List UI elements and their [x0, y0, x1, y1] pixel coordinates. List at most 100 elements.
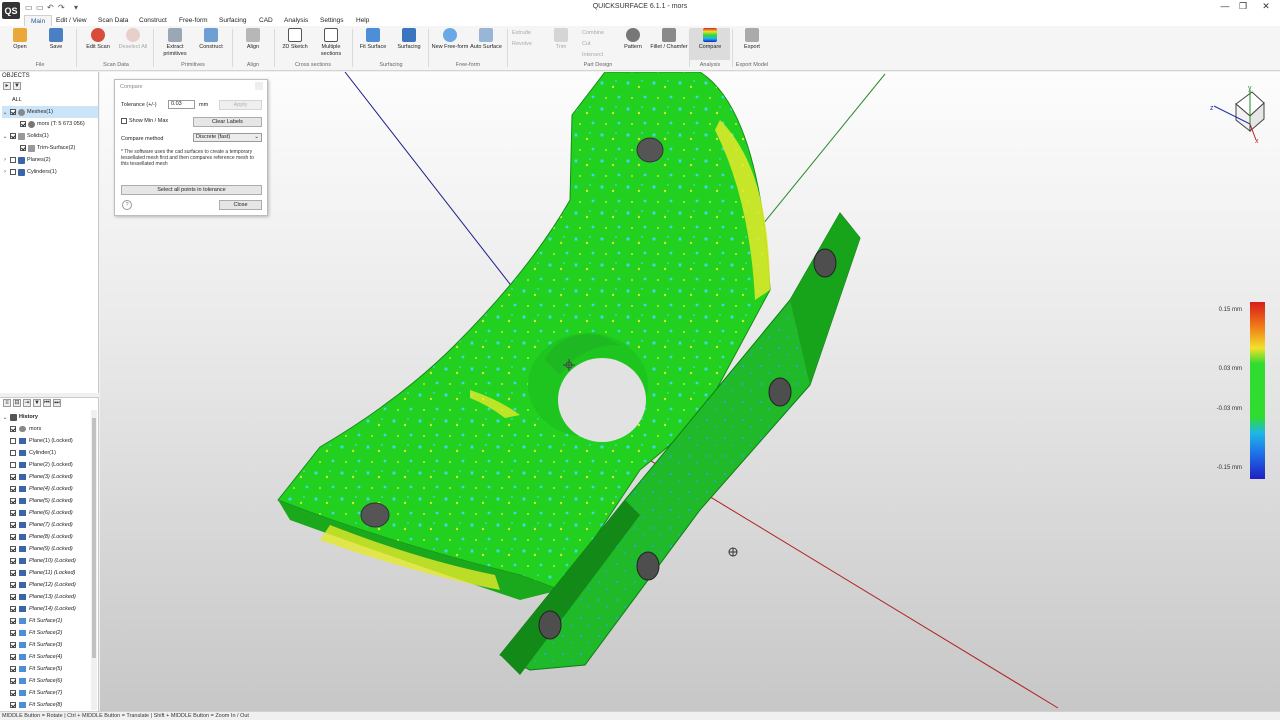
combine-button[interactable]: Combine — [582, 30, 604, 36]
tab-main[interactable]: Main — [24, 15, 53, 26]
history-item[interactable]: Plane(12) (Locked) — [10, 579, 76, 591]
history-item-checkbox[interactable] — [10, 702, 16, 708]
extract-primitives-button[interactable]: Extract primitives — [155, 28, 195, 57]
history-item-checkbox[interactable] — [10, 642, 16, 648]
app-logo[interactable]: QS — [2, 2, 20, 19]
trim-button[interactable]: Trim — [541, 28, 581, 51]
history-item[interactable]: Plane(8) (Locked) — [10, 531, 73, 543]
step-forward-icon[interactable]: ⇥ — [23, 399, 31, 407]
history-item-checkbox[interactable] — [10, 474, 16, 480]
tree-item-mors[interactable]: mors (T: 5 673 056) — [20, 118, 85, 130]
3d-viewport[interactable]: z y x — [100, 72, 1280, 711]
clear-labels-button[interactable]: Clear Labels — [193, 117, 262, 127]
bolt-hole[interactable] — [813, 248, 837, 278]
model-scene[interactable]: z y x — [100, 72, 1280, 711]
compare-method-select[interactable]: Discrete (fast) ⌄ — [193, 133, 262, 142]
open-button[interactable]: Open — [0, 28, 40, 51]
bolt-hole[interactable] — [768, 377, 792, 407]
export-button[interactable]: Export — [732, 28, 772, 51]
revolve-button[interactable]: Revolve — [512, 41, 532, 47]
history-item-checkbox[interactable] — [10, 654, 16, 660]
align-button[interactable]: Align — [233, 28, 273, 51]
tree-item-cylinders[interactable]: › Cylinders(1) — [2, 166, 57, 178]
history-item[interactable]: Fit Surface(7) — [10, 687, 62, 699]
cut-button[interactable]: Cut — [582, 41, 591, 47]
tab-scan-data[interactable]: Scan Data — [92, 15, 134, 26]
history-item-checkbox[interactable] — [10, 582, 16, 588]
history-scrollbar[interactable] — [91, 410, 97, 710]
history-item-checkbox[interactable] — [10, 498, 16, 504]
construct-button[interactable]: Construct — [191, 28, 231, 51]
first-icon[interactable]: ⏮ — [43, 399, 51, 407]
history-scroll-thumb[interactable] — [92, 418, 96, 658]
tab-edit-view[interactable]: Edit / View — [50, 15, 93, 26]
history-item-checkbox[interactable] — [10, 618, 16, 624]
collapse-icon[interactable]: ⌄ — [2, 109, 8, 116]
history-item-checkbox[interactable] — [10, 594, 16, 600]
tree-item-all[interactable]: ALL — [12, 94, 22, 106]
meshes-checkbox[interactable] — [10, 109, 16, 115]
expand-icon[interactable]: ▸ — [3, 82, 11, 90]
multiple-sections-button[interactable]: Multiple sections — [311, 28, 351, 57]
tab-cad[interactable]: CAD — [253, 15, 279, 26]
cylinders-checkbox[interactable] — [10, 169, 16, 175]
expand-icon[interactable]: › — [2, 157, 8, 163]
last-icon[interactable]: ⏭ — [53, 399, 61, 407]
history-item-checkbox[interactable] — [10, 606, 16, 612]
history-item[interactable]: Fit Surface(1) — [10, 615, 62, 627]
auto-surface-button[interactable]: Auto Surface — [466, 28, 506, 51]
tab-construct[interactable]: Construct — [133, 15, 173, 26]
solids-checkbox[interactable] — [10, 133, 16, 139]
tolerance-input[interactable]: 0.03 — [168, 100, 195, 109]
bolt-hole[interactable] — [538, 610, 562, 640]
surfacing-button[interactable]: Surfacing — [389, 28, 429, 51]
view-cube[interactable] — [1213, 90, 1265, 141]
filter-icon[interactable]: ▼ — [13, 82, 21, 90]
save-button[interactable]: Save — [36, 28, 76, 51]
history-item[interactable]: Plane(3) (Locked) — [10, 471, 73, 483]
tree-item-solids[interactable]: ⌄ Solids(1) — [2, 130, 49, 142]
tree-item-trim-surface[interactable]: Trim-Surface(2) — [20, 142, 75, 154]
show-min-max-checkbox[interactable] — [121, 118, 127, 124]
history-item[interactable]: Fit Surface(8) — [10, 699, 62, 711]
history-item[interactable]: Cylinder(1) — [10, 447, 56, 459]
history-item-checkbox[interactable] — [10, 522, 16, 528]
fit-surface-button[interactable]: Fit Surface — [353, 28, 393, 51]
collapse-icon[interactable]: ⌄ — [2, 414, 8, 421]
apply-button[interactable]: Apply — [219, 100, 262, 110]
new-free-form-button[interactable]: New Free-form — [430, 28, 470, 51]
history-item-checkbox[interactable] — [10, 450, 16, 456]
history-item-checkbox[interactable] — [10, 678, 16, 684]
intersect-button[interactable]: Intersect — [582, 52, 603, 58]
close-window-button[interactable]: ✕ — [1253, 1, 1279, 14]
bolt-hole[interactable] — [360, 502, 390, 528]
history-item-checkbox[interactable] — [10, 690, 16, 696]
tab-surfacing[interactable]: Surfacing — [213, 15, 252, 26]
close-button[interactable]: Close — [219, 200, 262, 210]
history-item[interactable]: Fit Surface(5) — [10, 663, 62, 675]
history-item[interactable]: mors — [10, 423, 41, 435]
extrude-button[interactable]: Extrude — [512, 30, 531, 36]
history-item[interactable]: Fit Surface(4) — [10, 651, 62, 663]
help-icon[interactable]: ? — [122, 200, 132, 210]
history-item-checkbox[interactable] — [10, 462, 16, 468]
history-header[interactable]: ⌄ History — [2, 411, 38, 423]
history-item-checkbox[interactable] — [10, 570, 16, 576]
tab-free-form[interactable]: Free-form — [173, 15, 214, 26]
history-item[interactable]: Fit Surface(6) — [10, 675, 62, 687]
history-item-checkbox[interactable] — [10, 426, 16, 432]
history-item[interactable]: Plane(4) (Locked) — [10, 483, 73, 495]
filter-icon[interactable]: ▼ — [33, 399, 41, 407]
history-item[interactable]: Fit Surface(3) — [10, 639, 62, 651]
history-item[interactable]: Plane(7) (Locked) — [10, 519, 73, 531]
tab-analysis[interactable]: Analysis — [278, 15, 314, 26]
history-item-checkbox[interactable] — [10, 486, 16, 492]
planes-checkbox[interactable] — [10, 157, 16, 163]
trim-surface-checkbox[interactable] — [20, 145, 26, 151]
history-item-checkbox[interactable] — [10, 438, 16, 444]
deselect-all-button[interactable]: Deselect All — [113, 28, 153, 51]
tab-help[interactable]: Help — [350, 15, 375, 26]
compare-button[interactable]: Compare — [690, 28, 730, 60]
history-item-checkbox[interactable] — [10, 534, 16, 540]
history-item[interactable]: Plane(14) (Locked) — [10, 603, 76, 615]
